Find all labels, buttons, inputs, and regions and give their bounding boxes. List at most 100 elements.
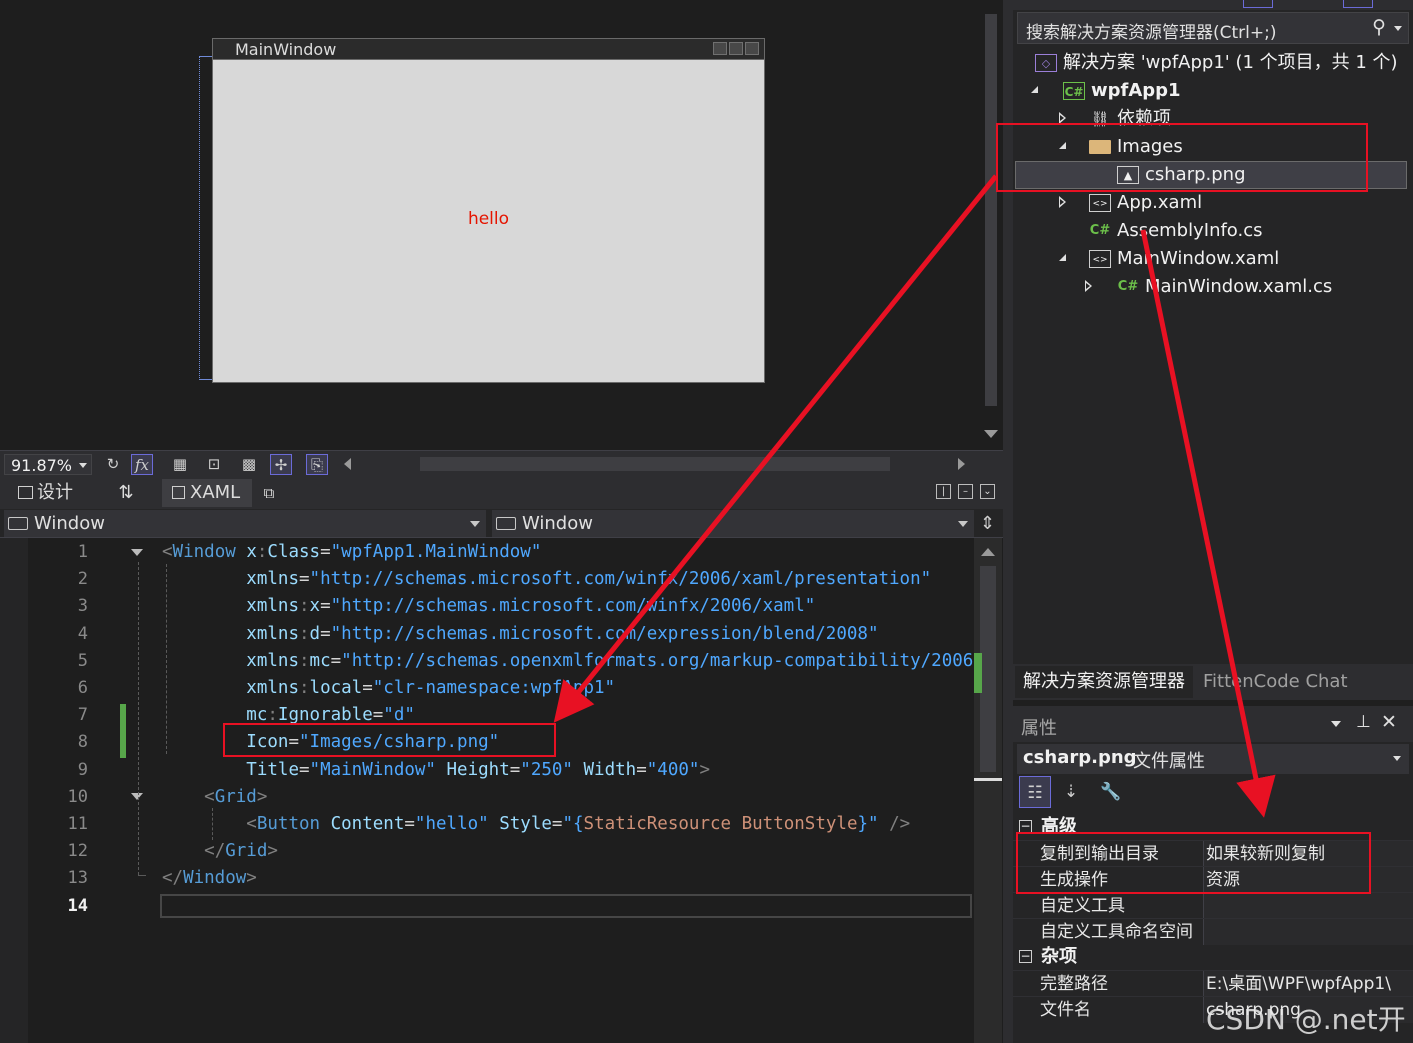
- xaml-code-editor[interactable]: 1 2 3 4 5 6 7 8 9 10 11 12 13 14 <Window x:Class="wpf…: [0, 538, 1003, 1043]
- tree-item-mainwindow-xaml-cs[interactable]: C# MainWindow.xaml.cs: [1117, 273, 1332, 301]
- fold-expanded-icon[interactable]: [131, 549, 143, 556]
- zoom-combobox[interactable]: 91.87%: [4, 454, 92, 475]
- selection-adorner: [199, 56, 213, 380]
- tree-item-solution[interactable]: ◇ 解决方案 'wpfApp1' (1 个项目，共 1 个): [1035, 49, 1398, 77]
- element-selector-left[interactable]: Window: [4, 510, 486, 537]
- design-hello-button[interactable]: hello: [213, 209, 764, 229]
- editor-vertical-scrollbar[interactable]: [974, 538, 1002, 1043]
- code-token: Style: [499, 814, 552, 834]
- chevron-down-icon[interactable]: [1394, 26, 1402, 31]
- design-window-preview[interactable]: MainWindow hello: [212, 38, 765, 383]
- code-token: "http://schemas.microsoft.com/winfx/2006…: [309, 569, 932, 590]
- grid-icon[interactable]: ▦: [169, 454, 191, 475]
- pin-icon[interactable]: ⊥: [1356, 712, 1371, 732]
- close-icon[interactable]: ✕: [1381, 711, 1397, 733]
- vertical-split-icon[interactable]: |: [936, 484, 951, 499]
- tab-design[interactable]: 设计: [6, 479, 104, 507]
- property-row[interactable]: 自定义工具命名空间: [1013, 918, 1413, 945]
- properties-object-selector[interactable]: csharp.png 文件属性: [1017, 744, 1409, 774]
- properties-header: 属性 ⊥ ✕: [1013, 706, 1413, 742]
- tab-solution-explorer[interactable]: 解决方案资源管理器: [1015, 666, 1193, 698]
- property-value[interactable]: E:\桌面\WPF\wpfApp1\: [1203, 971, 1413, 997]
- code-token: "400": [646, 759, 700, 780]
- solution-search-input[interactable]: 搜索解决方案资源管理器(Ctrl+;) ⚲: [1017, 12, 1409, 44]
- categorized-view-icon[interactable]: ☷: [1019, 776, 1051, 808]
- element-selector-right[interactable]: Window: [492, 510, 974, 537]
- property-value[interactable]: [1203, 893, 1413, 919]
- fold-expanded-icon[interactable]: [131, 793, 143, 800]
- collapsed-arrow-icon[interactable]: [1059, 196, 1067, 208]
- watermark: CSDN @.net开发: [1206, 1003, 1406, 1036]
- code-token: </: [162, 868, 184, 889]
- window-position-dropdown-icon[interactable]: [1331, 721, 1341, 727]
- property-row[interactable]: 自定义工具: [1013, 892, 1413, 919]
- code-token: local: [309, 678, 363, 698]
- property-value[interactable]: [1203, 919, 1413, 945]
- tree-item-mainwindow-xaml[interactable]: <> MainWindow.xaml: [1089, 245, 1279, 273]
- chevron-down-icon: [79, 463, 87, 468]
- refresh-icon[interactable]: ↻: [102, 454, 124, 475]
- scroll-right-arrow-icon[interactable]: [958, 458, 965, 470]
- collapse-pane-icon[interactable]: ⌄: [980, 484, 995, 499]
- tree-item-assemblyinfo[interactable]: C# AssemblyInfo.cs: [1089, 217, 1263, 245]
- collapse-category-icon[interactable]: −: [1019, 950, 1032, 963]
- tree-item-project[interactable]: C# wpfApp1: [1063, 77, 1181, 105]
- maximize-icon: [729, 42, 743, 55]
- snap-to-snaplines-icon[interactable]: ✢: [270, 454, 292, 475]
- expanded-arrow-icon[interactable]: [1059, 254, 1066, 261]
- editor-scroll-thumb[interactable]: [980, 566, 996, 772]
- toolbar-toggle-button[interactable]: [1343, 0, 1373, 8]
- xaml-element-icon: [8, 517, 28, 530]
- code-token: x: [246, 542, 257, 562]
- code-token: Grid: [214, 786, 257, 807]
- code-token: =: [320, 623, 331, 644]
- checkerboard-icon[interactable]: ▩: [238, 454, 260, 475]
- collapsed-arrow-icon[interactable]: [1085, 280, 1093, 292]
- search-icon[interactable]: ⚲: [1372, 16, 1386, 38]
- fx-effects-toggle[interactable]: fx: [131, 454, 153, 475]
- alphabetical-sort-icon[interactable]: ⇣: [1055, 776, 1087, 808]
- properties-title: 属性: [1021, 718, 1057, 739]
- horizontal-split-icon[interactable]: –: [958, 484, 973, 499]
- toolbar-toggle-button[interactable]: [1243, 0, 1273, 8]
- scrollbar-caret-marker: [974, 778, 1002, 781]
- code-token: Width: [583, 759, 637, 780]
- designer-horizontal-scrollbar[interactable]: [420, 457, 890, 471]
- tab-fittencode-chat[interactable]: FittenCode Chat: [1195, 666, 1356, 698]
- popout-xaml-icon[interactable]: ⧉: [258, 479, 280, 507]
- designer-view-tabs: 设计 ⇅ XAML ⧉ | – ⌄: [0, 477, 1003, 509]
- designer-scroll-thumb[interactable]: [985, 14, 997, 406]
- property-pages-wrench-icon[interactable]: 🔧: [1095, 776, 1127, 808]
- property-row[interactable]: 完整路径 E:\桌面\WPF\wpfApp1\: [1013, 970, 1413, 997]
- tree-item-label: MainWindow.xaml.cs: [1145, 276, 1333, 297]
- code-token: Window: [172, 542, 236, 562]
- scroll-down-arrow-icon[interactable]: [984, 430, 998, 438]
- tree-item-label: 解决方案 'wpfApp1' (1 个项目，共 1 个): [1063, 52, 1398, 73]
- xaml-view-icon: [172, 486, 185, 499]
- code-token: =: [362, 678, 373, 698]
- snap-gridlines-icon[interactable]: ⊡: [203, 454, 225, 475]
- scroll-up-arrow-icon[interactable]: [981, 548, 995, 556]
- property-category[interactable]: − 杂项: [1013, 944, 1413, 970]
- code-line: xmlns:x="http://schemas.microsoft.com/wi…: [162, 596, 815, 616]
- designer-vertical-scrollbar[interactable]: [981, 0, 1001, 450]
- swap-panes-button[interactable]: ⇅: [112, 479, 140, 507]
- expanded-arrow-icon[interactable]: [1031, 86, 1038, 93]
- scroll-left-arrow-icon[interactable]: [344, 458, 351, 470]
- code-token: <: [246, 814, 257, 834]
- tab-xaml-label: XAML: [190, 482, 241, 503]
- xaml-designer-surface[interactable]: MainWindow hello: [0, 0, 1003, 450]
- tree-item-label: wpfApp1: [1091, 80, 1181, 101]
- code-line: </Window>: [162, 868, 257, 888]
- split-handle-icon[interactable]: ⇕: [980, 513, 995, 534]
- design-window-titlebar: MainWindow: [213, 39, 764, 60]
- element-navigation-bar: Window Window ⇕: [0, 509, 1003, 538]
- tree-item-app-xaml[interactable]: <> App.xaml: [1089, 189, 1202, 217]
- tab-xaml[interactable]: XAML: [162, 479, 252, 507]
- project-code-icon[interactable]: ⎘: [306, 454, 328, 475]
